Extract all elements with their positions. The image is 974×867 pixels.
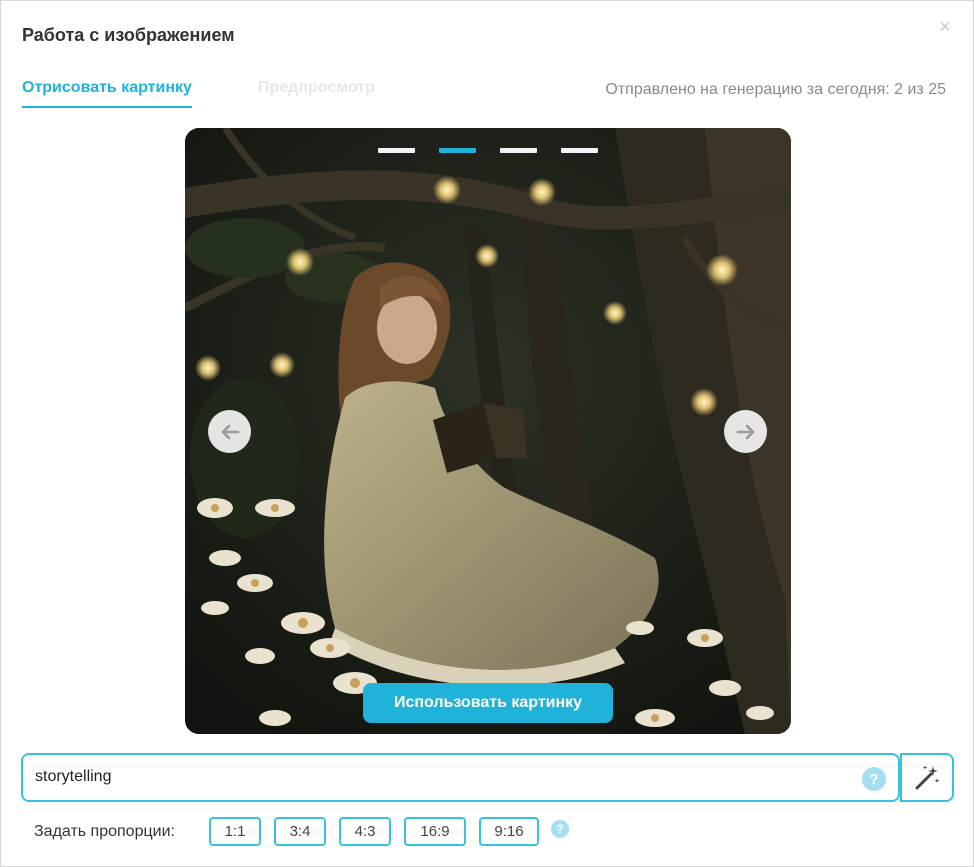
ratio-9-16-button[interactable]: 9:16 <box>479 817 539 846</box>
arrow-left-icon <box>221 424 239 439</box>
generation-quota: Отправлено на генерацию за сегодня: 2 из… <box>605 81 946 98</box>
ratio-1-1-button[interactable]: 1:1 <box>209 817 261 846</box>
tab-preview[interactable]: Предпросмотр <box>258 79 375 106</box>
magic-wand-icon <box>915 764 940 789</box>
next-image-button[interactable] <box>724 410 767 453</box>
ratio-help-icon[interactable]: ? <box>551 820 569 838</box>
carousel-indicators <box>185 148 791 153</box>
prompt-help-icon[interactable]: ? <box>862 767 886 791</box>
ratio-4-3-button[interactable]: 4:3 <box>339 817 391 846</box>
previous-image-button[interactable] <box>208 410 251 453</box>
carousel-indicator[interactable] <box>561 148 598 153</box>
ratio-16-9-button[interactable]: 16:9 <box>404 817 466 846</box>
carousel-indicator[interactable] <box>378 148 415 153</box>
image-dialog: Работа с изображением × Отрисовать карти… <box>0 0 974 867</box>
prompt-value: storytelling <box>35 768 112 785</box>
use-image-button[interactable]: Использовать картинку <box>363 683 613 723</box>
prompt-input[interactable]: storytelling ? <box>21 753 900 802</box>
dialog-title: Работа с изображением <box>22 25 235 45</box>
ratio-3-4-button[interactable]: 3:4 <box>274 817 326 846</box>
close-icon[interactable]: × <box>939 17 951 37</box>
arrow-right-icon <box>736 424 754 439</box>
carousel-indicator-active[interactable] <box>439 148 476 153</box>
carousel-indicator[interactable] <box>500 148 537 153</box>
ratio-label: Задать пропорции: <box>34 823 175 840</box>
tab-draw-image[interactable]: Отрисовать картинку <box>22 79 192 108</box>
image-carousel: Использовать картинку <box>185 128 791 734</box>
generate-button[interactable] <box>900 753 954 802</box>
generated-image <box>185 128 791 734</box>
